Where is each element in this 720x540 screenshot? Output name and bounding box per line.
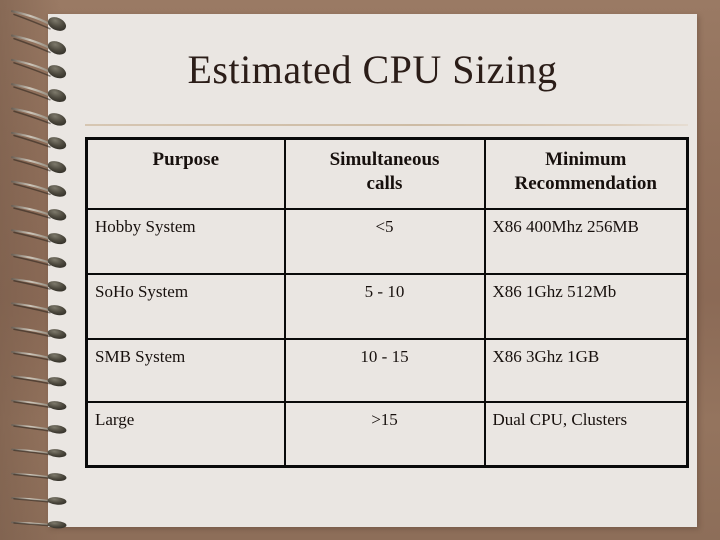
cell-purpose: SMB System: [85, 337, 286, 403]
column-header-minimum-recommendation: Minimum Recommendation: [483, 137, 689, 210]
title-divider: [85, 124, 688, 126]
cell-purpose: Large: [85, 400, 286, 468]
column-header-rec-line1: Minimum: [545, 149, 627, 170]
cell-simultaneous-calls: >15: [283, 400, 486, 468]
cpu-sizing-table: Purpose Simultaneous calls Minimum Recom…: [85, 137, 689, 468]
cell-simultaneous-calls: <5: [283, 207, 486, 275]
column-header-rec-line2: Recommendation: [514, 173, 657, 194]
cell-simultaneous-calls: 5 - 10: [283, 272, 486, 340]
column-header-calls-line1: Simultaneous: [329, 149, 440, 170]
table-row: SMB System 10 - 15 X86 3Ghz 1GB: [85, 337, 689, 403]
table-row: Large >15 Dual CPU, Clusters: [85, 400, 689, 468]
cell-minimum-recommendation: Dual CPU, Clusters: [483, 400, 689, 468]
column-header-calls-line2: calls: [366, 173, 403, 194]
page-title: Estimated CPU Sizing: [187, 47, 558, 92]
cell-minimum-recommendation: X86 3Ghz 1GB: [483, 337, 689, 403]
cell-simultaneous-calls: 10 - 15: [283, 337, 486, 403]
title-block: Estimated CPU Sizing: [48, 46, 697, 94]
column-header-purpose: Purpose: [85, 137, 286, 210]
cell-purpose: SoHo System: [85, 272, 286, 340]
cell-minimum-recommendation: X86 1Ghz 512Mb: [483, 272, 689, 340]
table-row: SoHo System 5 - 10 X86 1Ghz 512Mb: [85, 272, 689, 340]
table-header-row: Purpose Simultaneous calls Minimum Recom…: [85, 137, 689, 210]
cell-minimum-recommendation: X86 400Mhz 256MB: [483, 207, 689, 275]
column-header-simultaneous-calls: Simultaneous calls: [283, 137, 486, 210]
table-row: Hobby System <5 X86 400Mhz 256MB: [85, 207, 689, 275]
cell-purpose: Hobby System: [85, 207, 286, 275]
